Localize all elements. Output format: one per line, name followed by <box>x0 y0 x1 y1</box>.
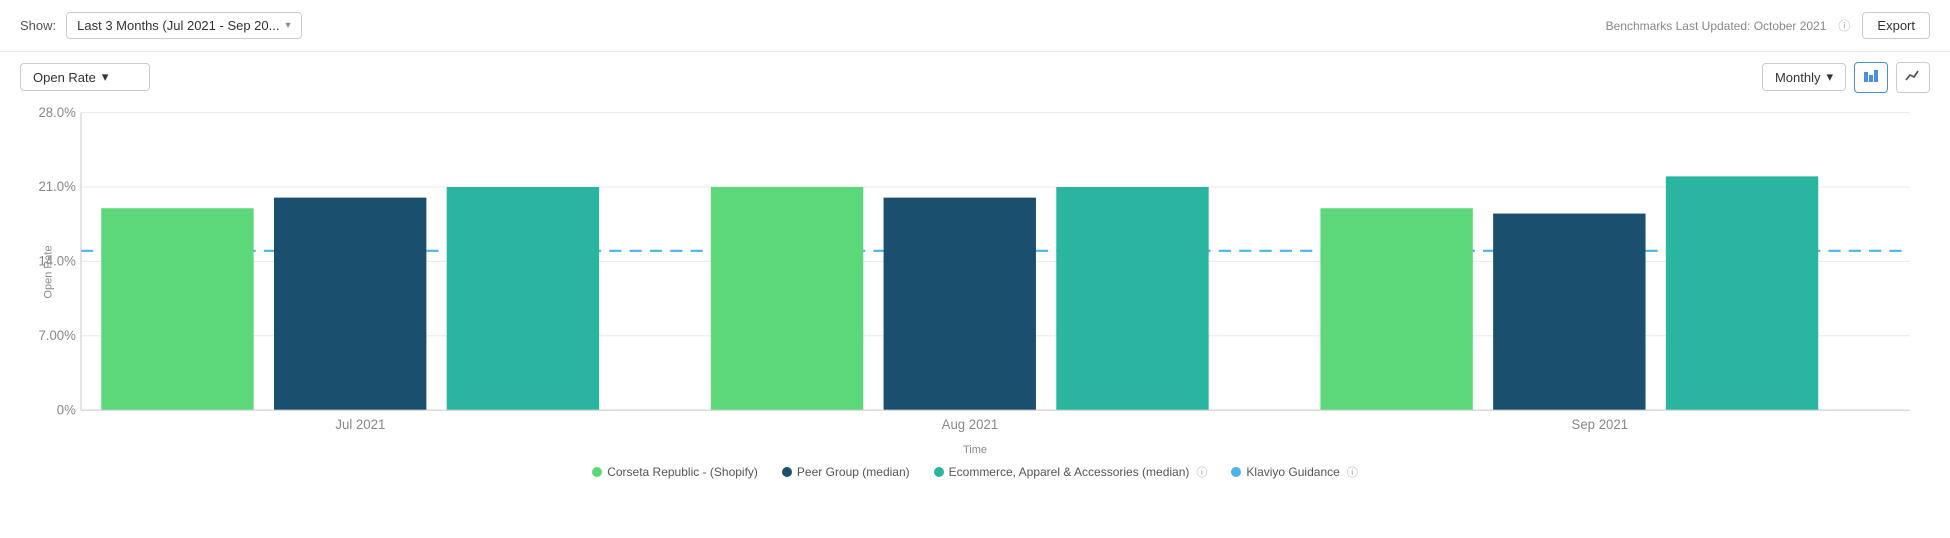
legend-item-ecommerce: Ecommerce, Apparel & Accessories (median… <box>934 464 1208 480</box>
show-section: Show: Last 3 Months (Jul 2021 - Sep 20..… <box>20 12 302 39</box>
svg-text:28.0%: 28.0% <box>38 105 75 120</box>
peer-label: Peer Group (median) <box>797 465 910 479</box>
bar-aug-peer <box>884 198 1036 411</box>
bar-jul-corseta <box>101 208 253 410</box>
monthly-chevron-icon: ▾ <box>1826 69 1833 85</box>
legend-item-peer: Peer Group (median) <box>782 465 910 479</box>
legend-item-klaviyo: Klaviyo Guidance ⓘ <box>1231 464 1357 480</box>
bar-jul-peer <box>274 198 426 411</box>
top-bar: Show: Last 3 Months (Jul 2021 - Sep 20..… <box>0 0 1950 52</box>
page-wrapper: Show: Last 3 Months (Jul 2021 - Sep 20..… <box>0 0 1950 538</box>
klaviyo-info-icon: ⓘ <box>1347 464 1358 480</box>
svg-text:Aug 2021: Aug 2021 <box>942 417 999 432</box>
bar-aug-ecommerce <box>1056 187 1208 410</box>
top-right: Benchmarks Last Updated: October 2021 ⓘ … <box>1606 12 1930 39</box>
line-chart-button[interactable] <box>1896 62 1930 93</box>
date-range-value: Last 3 Months (Jul 2021 - Sep 20... <box>77 18 279 33</box>
bar-sep-peer <box>1493 214 1645 411</box>
date-range-dropdown[interactable]: Last 3 Months (Jul 2021 - Sep 20... ▾ <box>66 12 301 39</box>
metric-dropdown[interactable]: Open Rate ▾ <box>20 63 150 91</box>
chart-controls: Open Rate ▾ Monthly ▾ <box>0 52 1950 102</box>
chart-svg: 28.0% 21.0% 14.0% 7.00% 0% Jul 2021 <box>20 102 1930 442</box>
ecommerce-info-icon: ⓘ <box>1196 464 1207 480</box>
show-label: Show: <box>20 18 56 33</box>
y-axis-label: Open Rate <box>43 245 55 298</box>
bar-chart-button[interactable] <box>1854 62 1888 93</box>
svg-text:7.00%: 7.00% <box>38 328 75 343</box>
bar-chart-icon <box>1863 68 1879 84</box>
corseta-label: Corseta Republic - (Shopify) <box>607 465 758 479</box>
monthly-label: Monthly <box>1775 70 1821 85</box>
metric-label: Open Rate <box>33 70 96 85</box>
right-controls: Monthly ▾ <box>1762 62 1930 93</box>
svg-text:21.0%: 21.0% <box>38 179 75 194</box>
bar-jul-ecommerce <box>447 187 599 410</box>
klaviyo-label: Klaviyo Guidance <box>1246 465 1339 479</box>
x-axis-label: Time <box>20 444 1930 456</box>
ecommerce-label: Ecommerce, Apparel & Accessories (median… <box>949 465 1190 479</box>
metric-chevron-icon: ▾ <box>102 69 109 85</box>
chart-container: Open Rate 28.0% 21.0% 14.0% 7.00% 0% <box>20 102 1930 442</box>
svg-text:Sep 2021: Sep 2021 <box>1572 417 1629 432</box>
klaviyo-dot <box>1231 467 1241 477</box>
bar-sep-ecommerce <box>1666 176 1818 410</box>
export-button[interactable]: Export <box>1862 12 1930 39</box>
corseta-dot <box>592 467 602 477</box>
benchmarks-text: Benchmarks Last Updated: October 2021 <box>1606 19 1827 33</box>
ecommerce-dot <box>934 467 944 477</box>
chevron-down-icon: ▾ <box>285 20 290 31</box>
chart-wrapper: Open Rate 28.0% 21.0% 14.0% 7.00% 0% <box>0 102 1950 538</box>
line-chart-icon <box>1905 68 1921 84</box>
svg-text:Jul 2021: Jul 2021 <box>335 417 385 432</box>
legend: Corseta Republic - (Shopify) Peer Group … <box>20 456 1930 484</box>
svg-text:0%: 0% <box>57 402 76 417</box>
legend-item-corseta: Corseta Republic - (Shopify) <box>592 465 758 479</box>
bar-aug-corseta <box>711 187 863 410</box>
peer-dot <box>782 467 792 477</box>
bar-sep-corseta <box>1320 208 1472 410</box>
monthly-dropdown[interactable]: Monthly ▾ <box>1762 63 1846 91</box>
info-icon: ⓘ <box>1838 17 1850 34</box>
